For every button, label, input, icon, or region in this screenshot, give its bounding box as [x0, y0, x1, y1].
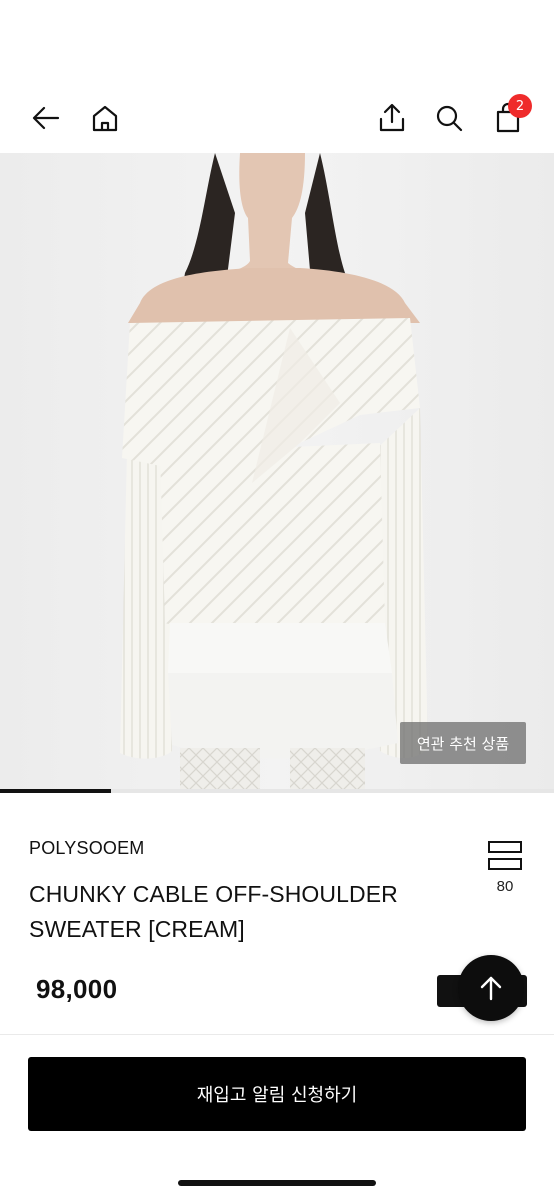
- home-icon: [92, 105, 118, 132]
- home-indicator: [178, 1180, 376, 1186]
- list-view-toggle[interactable]: 80: [486, 841, 524, 897]
- share-upload-icon: [379, 103, 405, 132]
- product-photo: [0, 153, 554, 793]
- home-button[interactable]: [85, 98, 125, 138]
- share-button[interactable]: [372, 98, 412, 138]
- divider: [0, 1034, 554, 1035]
- search-button[interactable]: [429, 98, 469, 138]
- scroll-to-top-button[interactable]: [458, 955, 524, 1021]
- carousel-progress-fill: [0, 789, 111, 793]
- back-button[interactable]: [26, 98, 66, 138]
- view-count: 80: [496, 878, 514, 895]
- product-price: 98,000: [36, 974, 118, 1004]
- arrow-left-icon: [32, 106, 60, 130]
- cart-count-badge: 2: [508, 94, 532, 118]
- top-navigation-bar: 2: [0, 0, 554, 153]
- product-image-carousel[interactable]: [0, 153, 554, 793]
- search-icon: [436, 105, 463, 132]
- related-products-button[interactable]: 연관 추천 상품: [400, 722, 526, 764]
- restock-alert-button[interactable]: 재입고 알림 신청하기: [28, 1057, 526, 1131]
- brand-name[interactable]: POLYSOOEM: [29, 838, 145, 859]
- carousel-progress: [0, 789, 554, 793]
- arrow-up-icon: [480, 976, 502, 1001]
- product-title: CHUNKY CABLE OFF-SHOULDER SWEATER [CREAM…: [29, 881, 398, 942]
